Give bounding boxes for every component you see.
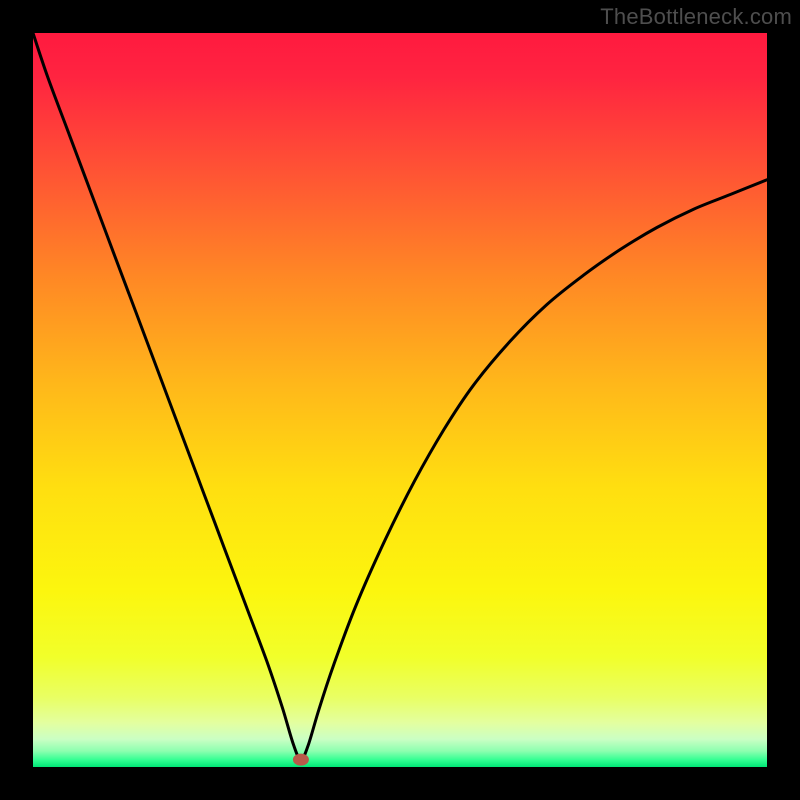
chart-frame: TheBottleneck.com bbox=[0, 0, 800, 800]
optimal-marker bbox=[293, 754, 309, 766]
bottleneck-curve bbox=[33, 33, 767, 760]
curve-layer bbox=[33, 33, 767, 767]
watermark-text: TheBottleneck.com bbox=[600, 4, 792, 30]
plot-area bbox=[33, 33, 767, 767]
